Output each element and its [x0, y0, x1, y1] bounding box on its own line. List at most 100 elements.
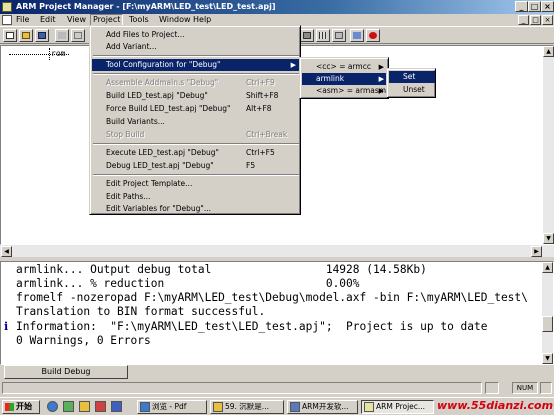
app-icon[interactable] — [111, 401, 122, 412]
menu-item-build-variants[interactable]: Build Variants... — [92, 116, 300, 128]
project-vscrollbar[interactable]: ▲ ▼ — [543, 46, 554, 244]
stop-button[interactable] — [366, 29, 380, 42]
taskbar-item[interactable]: 浏览 - Pdf — [137, 400, 207, 414]
submenu-arrow-icon: ▶ — [290, 61, 296, 69]
scroll-down-arrow-icon[interactable]: ▼ — [542, 353, 553, 364]
browser-icon — [140, 402, 150, 412]
menu-item-execute[interactable]: Execute LED_test.apj "Debug" Ctrl+F5 — [92, 147, 300, 159]
menu-view[interactable]: View — [65, 14, 88, 26]
taskbar-item-active[interactable]: ARM Projec... — [361, 400, 434, 414]
menu-item-label: Stop Build — [106, 130, 145, 139]
child-minimize-button[interactable]: _ — [518, 15, 529, 25]
menu-item-label: Execute LED_test.apj "Debug" — [106, 148, 219, 157]
tree-node-rom[interactable]: rom — [51, 49, 65, 58]
start-label: 开始 — [16, 402, 32, 411]
submenu-item-armcc[interactable]: <cc> = armcc ▶ — [302, 61, 388, 73]
folder-icon[interactable] — [79, 401, 90, 412]
window-title: ARM Project Manager - [F:\myARM\LED_test… — [16, 2, 276, 11]
output-vscrollbar[interactable]: ▲ ▼ — [542, 262, 553, 364]
submenu-item-set[interactable]: Set — [389, 71, 435, 83]
info-icon: i — [4, 320, 9, 333]
submenu-item-armlink[interactable]: armlink ▶ — [302, 73, 388, 85]
output-line: fromelf -nozeropad F:\myARM\LED_test\Deb… — [16, 291, 528, 304]
menu-item-label: <cc> = armcc — [316, 62, 371, 71]
outlook-icon[interactable] — [63, 401, 74, 412]
menu-item-force-build[interactable]: Force Build LED_test.apj "Debug" Alt+F8 — [92, 103, 300, 115]
document-icon — [290, 402, 300, 412]
menu-item-add-files[interactable]: Add Files to Project... — [92, 29, 300, 41]
scroll-thumb[interactable] — [542, 316, 553, 332]
menu-item-tool-configuration[interactable]: Tool Configuration for "Debug" ▶ — [92, 59, 300, 71]
title-bar: ARM Project Manager - [F:\myARM\LED_test… — [0, 0, 554, 14]
folder-icon — [213, 402, 223, 412]
child-close-button[interactable]: × — [542, 15, 553, 25]
menu-item-build[interactable]: Build LED_test.apj "Debug" Shift+F8 — [92, 90, 300, 102]
debug-button[interactable] — [350, 29, 364, 42]
copy-icon — [74, 32, 82, 39]
num-lock-indicator: NUM — [512, 382, 538, 394]
project-dropdown-menu: Add Files to Project... Add Variant... T… — [89, 25, 301, 215]
output-line: armlink... % reduction 0.00% — [16, 277, 360, 290]
menu-separator — [93, 174, 299, 176]
app-icon[interactable] — [2, 2, 12, 12]
cut-button[interactable] — [55, 29, 69, 42]
child-restore-button[interactable]: □ — [530, 15, 541, 25]
submenu-item-unset[interactable]: Unset — [389, 84, 435, 96]
menu-item-label: Tool Configuration for "Debug" — [106, 60, 221, 69]
project-hscrollbar[interactable]: ◀ ▶ — [0, 245, 554, 257]
maximize-button[interactable]: □ — [528, 1, 541, 12]
menu-item-debug[interactable]: Debug LED_test.apj "Debug" F5 — [92, 160, 300, 172]
tab-build-debug[interactable]: Build Debug — [4, 365, 128, 379]
folder-icon — [22, 32, 30, 39]
menu-item-label: Force Build LED_test.apj "Debug" — [106, 104, 231, 113]
tools-button[interactable] — [332, 29, 346, 42]
save-button[interactable] — [35, 29, 49, 42]
menu-item-add-variant[interactable]: Add Variant... — [92, 41, 300, 53]
menu-item-assemble: Assemble Addmain.s "Debug" Ctrl+F9 — [92, 77, 300, 89]
menu-item-label: Add Files to Project... — [106, 30, 185, 39]
minimize-button[interactable]: _ — [515, 1, 528, 12]
scroll-up-arrow-icon[interactable]: ▲ — [542, 262, 553, 273]
build-button[interactable] — [300, 29, 314, 42]
menu-item-edit-variables[interactable]: Edit Variables for "Debug"... — [92, 203, 300, 215]
menu-item-label: Edit Project Template... — [106, 179, 193, 188]
windows-logo-icon — [5, 403, 14, 411]
grid-button[interactable] — [316, 29, 330, 42]
scroll-down-arrow-icon[interactable]: ▼ — [543, 233, 554, 244]
taskbar-item[interactable]: ARM开发软... — [287, 400, 358, 414]
new-file-button[interactable] — [3, 29, 17, 42]
scroll-right-arrow-icon[interactable]: ▶ — [531, 246, 542, 257]
output-line: Translation to BIN format successful. — [16, 305, 266, 318]
submenu-arrow-icon: ▶ — [378, 63, 384, 71]
menu-item-edit-template[interactable]: Edit Project Template... — [92, 178, 300, 190]
cut-icon — [58, 32, 66, 39]
submenu-item-armasm[interactable]: <asm> = armasm ▶ — [302, 85, 388, 97]
menu-item-label: Edit Variables for "Debug"... — [106, 204, 211, 213]
taskbar-item-label: 59. 沉默是... — [225, 402, 269, 411]
save-icon — [38, 32, 46, 39]
menu-separator — [93, 143, 299, 145]
menu-item-shortcut: Ctrl+F9 — [246, 78, 275, 87]
menu-item-label: Assemble Addmain.s "Debug" — [106, 78, 219, 87]
menu-item-shortcut: Ctrl+F5 — [246, 148, 275, 157]
close-button[interactable]: × — [541, 1, 554, 12]
scroll-up-arrow-icon[interactable]: ▲ — [543, 46, 554, 57]
menu-item-stop-build: Stop Build Ctrl+Break — [92, 129, 300, 141]
menu-file[interactable]: File — [14, 14, 31, 26]
open-file-button[interactable] — [19, 29, 33, 42]
app-icon[interactable] — [95, 401, 106, 412]
document-icon[interactable] — [2, 15, 12, 25]
status-bar: NUM — [0, 381, 554, 395]
menu-item-shortcut: Shift+F8 — [246, 91, 279, 100]
output-line: armlink... Output debug total 14928 (14.… — [16, 263, 427, 276]
start-button[interactable]: 开始 — [2, 400, 40, 414]
scroll-left-arrow-icon[interactable]: ◀ — [1, 246, 12, 257]
menu-item-edit-paths[interactable]: Edit Paths... — [92, 191, 300, 203]
taskbar-item[interactable]: 59. 沉默是... — [210, 400, 284, 414]
menu-item-label: Debug LED_test.apj "Debug" — [106, 161, 214, 170]
menu-edit[interactable]: Edit — [38, 14, 58, 26]
menu-separator — [93, 55, 299, 57]
watermark: www.55dianzi.com — [437, 399, 554, 412]
copy-button[interactable] — [71, 29, 85, 42]
ie-icon[interactable] — [47, 401, 58, 412]
